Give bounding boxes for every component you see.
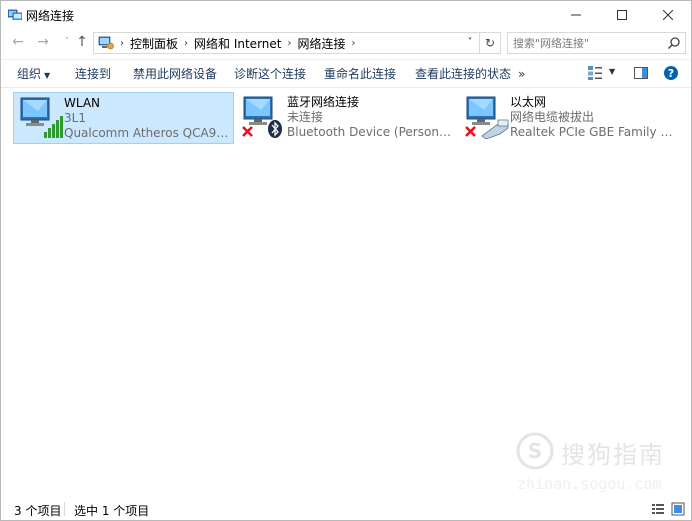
breadcrumb-network-internet[interactable]: 网络和 Internet — [192, 35, 283, 52]
forward-button[interactable]: → — [35, 34, 51, 50]
connection-device: Qualcomm Atheros QCA9377 ... — [64, 126, 232, 140]
connection-name: WLAN — [64, 96, 101, 110]
command-bar: 组织 ▼ 连接到 禁用此网络设备 诊断这个连接 重命名此连接 查看此连接的状态 »… — [1, 59, 691, 88]
address-bar[interactable]: › 控制面板 › 网络和 Internet › 网络连接 › ˅ ↻ — [93, 32, 501, 54]
diagnose-button[interactable]: 诊断这个连接 — [234, 60, 306, 88]
organize-label: 组织 — [17, 67, 42, 81]
connect-to-button[interactable]: 连接到 — [75, 60, 111, 88]
breadcrumb-network-connections[interactable]: 网络连接 — [295, 35, 347, 52]
bluetooth-adapter-icon — [242, 96, 282, 138]
help-button[interactable]: ? — [663, 65, 679, 83]
title-bar: 网络连接 — [1, 1, 691, 29]
connections-list: WLAN 3L1 Qualcomm Atheros QCA9377 ... — [1, 88, 691, 498]
watermark-logo-icon: S — [516, 432, 554, 470]
address-dropdown-button[interactable]: ˅ — [462, 34, 478, 52]
breadcrumb-separator[interactable]: › — [348, 38, 360, 49]
explorer-window: 网络连接 ← → ˅ ↑ › 控制面板 › 网络和 Internet › 网络连… — [0, 0, 692, 521]
wifi-adapter-icon — [20, 97, 63, 138]
organize-menu[interactable]: 组织 ▼ — [17, 60, 50, 88]
search-input[interactable] — [508, 33, 663, 53]
connection-item-ethernet[interactable]: 以太网 网络电缆被拔出 Realtek PCIe GBE Family Cont… — [460, 92, 679, 142]
breadcrumb-separator: › — [120, 37, 124, 49]
network-folder-icon — [8, 9, 22, 20]
breadcrumb-control-panel[interactable]: 控制面板 — [128, 35, 180, 52]
search-icon[interactable] — [667, 36, 681, 50]
connection-device: Realtek PCIe GBE Family Contr... — [510, 125, 678, 139]
minimize-icon — [571, 14, 581, 16]
connection-text: 以太网 网络电缆被拔出 Realtek PCIe GBE Family Cont… — [510, 95, 678, 140]
watermark: S 搜狗指南 zhinan.sogou.com — [513, 429, 683, 499]
watermark-text: 搜狗指南 — [561, 441, 665, 469]
watermark-url: zhinan.sogou.com — [517, 475, 662, 493]
view-options-icon — [588, 66, 602, 80]
up-button[interactable]: ↑ — [74, 34, 90, 50]
chevron-down-icon: ▼ — [609, 67, 616, 76]
close-icon — [663, 10, 673, 20]
breadcrumb-separator: › — [184, 37, 189, 49]
more-commands-button[interactable]: » — [518, 60, 525, 88]
disable-device-button[interactable]: 禁用此网络设备 — [133, 60, 217, 88]
svg-text:S: S — [528, 439, 542, 463]
address-row: ← → ˅ ↑ › 控制面板 › 网络和 Internet › 网络连接 › ˅ — [1, 29, 691, 55]
disconnected-x-icon — [242, 126, 253, 137]
ethernet-adapter-icon — [465, 96, 509, 139]
rename-button[interactable]: 重命名此连接 — [324, 60, 396, 88]
connection-status: 网络电缆被拔出 — [510, 110, 595, 124]
connection-item-wlan[interactable]: WLAN 3L1 Qualcomm Atheros QCA9377 ... — [13, 92, 234, 144]
connection-text: WLAN 3L1 Qualcomm Atheros QCA9377 ... — [64, 96, 232, 141]
connection-device: Bluetooth Device (Personal Are... — [287, 125, 455, 139]
connection-name: 蓝牙网络连接 — [287, 95, 360, 109]
search-box[interactable] — [507, 32, 686, 54]
maximize-button[interactable] — [599, 1, 645, 29]
refresh-button[interactable]: ↻ — [479, 33, 500, 53]
details-view-icon[interactable] — [651, 502, 665, 516]
connection-status: 3L1 — [64, 111, 86, 125]
connection-text: 蓝牙网络连接 未连接 Bluetooth Device (Personal Ar… — [287, 95, 455, 140]
control-panel-icon — [98, 36, 114, 50]
status-bar: 3 个项目 选中 1 个项目 — [1, 498, 691, 520]
status-separator — [64, 502, 65, 516]
chevron-down-icon: ▼ — [44, 71, 51, 80]
back-button[interactable]: ← — [10, 34, 26, 50]
selected-count: 选中 1 个项目 — [74, 504, 150, 518]
connection-status: 未连接 — [287, 110, 324, 124]
large-icons-view-icon[interactable] — [671, 502, 685, 516]
preview-pane-button[interactable] — [633, 65, 649, 83]
maximize-icon — [617, 10, 627, 20]
minimize-button[interactable] — [553, 1, 599, 29]
close-button[interactable] — [645, 1, 691, 29]
recent-locations-button[interactable]: ˅ — [59, 34, 75, 50]
connection-name: 以太网 — [510, 95, 547, 109]
svg-text:?: ? — [668, 67, 674, 80]
view-status-button[interactable]: 查看此连接的状态 — [415, 60, 511, 88]
breadcrumb-separator: › — [287, 37, 292, 49]
connection-item-bluetooth[interactable]: 蓝牙网络连接 未连接 Bluetooth Device (Personal Ar… — [237, 92, 456, 142]
preview-pane-icon — [634, 67, 648, 79]
breadcrumb: › 控制面板 › 网络和 Internet › 网络连接 › — [98, 33, 360, 53]
disconnected-x-icon — [465, 126, 476, 137]
item-count: 3 个项目 — [14, 504, 62, 518]
window-title: 网络连接 — [26, 9, 75, 23]
change-view-button[interactable]: ▼ — [587, 65, 615, 83]
help-icon: ? — [664, 66, 678, 80]
